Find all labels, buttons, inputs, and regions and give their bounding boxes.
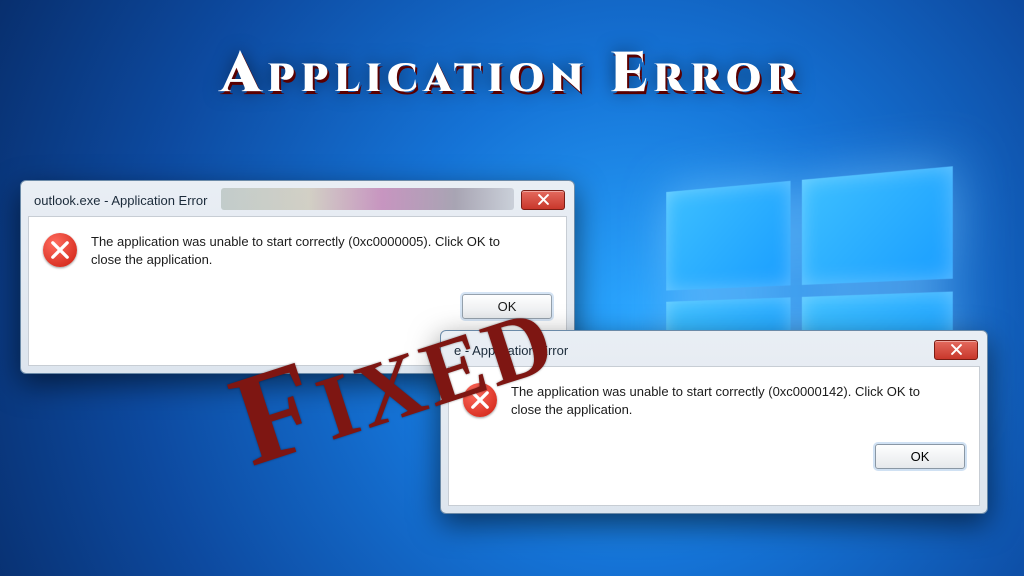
close-button[interactable] — [521, 190, 565, 210]
dialog-body: The application was unable to start corr… — [448, 366, 980, 506]
dialog-titlebar[interactable]: e - Application Error — [448, 338, 980, 366]
ok-button[interactable]: OK — [462, 294, 552, 319]
dialog-title: e - Application Error — [454, 343, 568, 358]
dialog-title: outlook.exe - Application Error — [34, 193, 207, 208]
windows-logo-pane — [666, 181, 790, 291]
dialog-message: The application was unable to start corr… — [91, 233, 521, 268]
error-icon — [463, 383, 497, 417]
headline-text: Application Error — [0, 36, 1024, 112]
error-icon — [43, 233, 77, 267]
desktop-canvas: Application Error outlook.exe - Applicat… — [0, 0, 1024, 576]
windows-logo-pane — [802, 166, 953, 285]
close-button[interactable] — [934, 340, 978, 360]
titlebar-decor — [221, 188, 514, 210]
dialog-button-row: OK — [463, 444, 965, 469]
close-icon — [538, 193, 549, 208]
error-dialog-2: e - Application Error The application wa… — [440, 330, 988, 514]
ok-button[interactable]: OK — [875, 444, 965, 469]
close-icon — [951, 343, 962, 358]
dialog-message: The application was unable to start corr… — [511, 383, 941, 418]
dialog-button-row: OK — [43, 294, 552, 319]
